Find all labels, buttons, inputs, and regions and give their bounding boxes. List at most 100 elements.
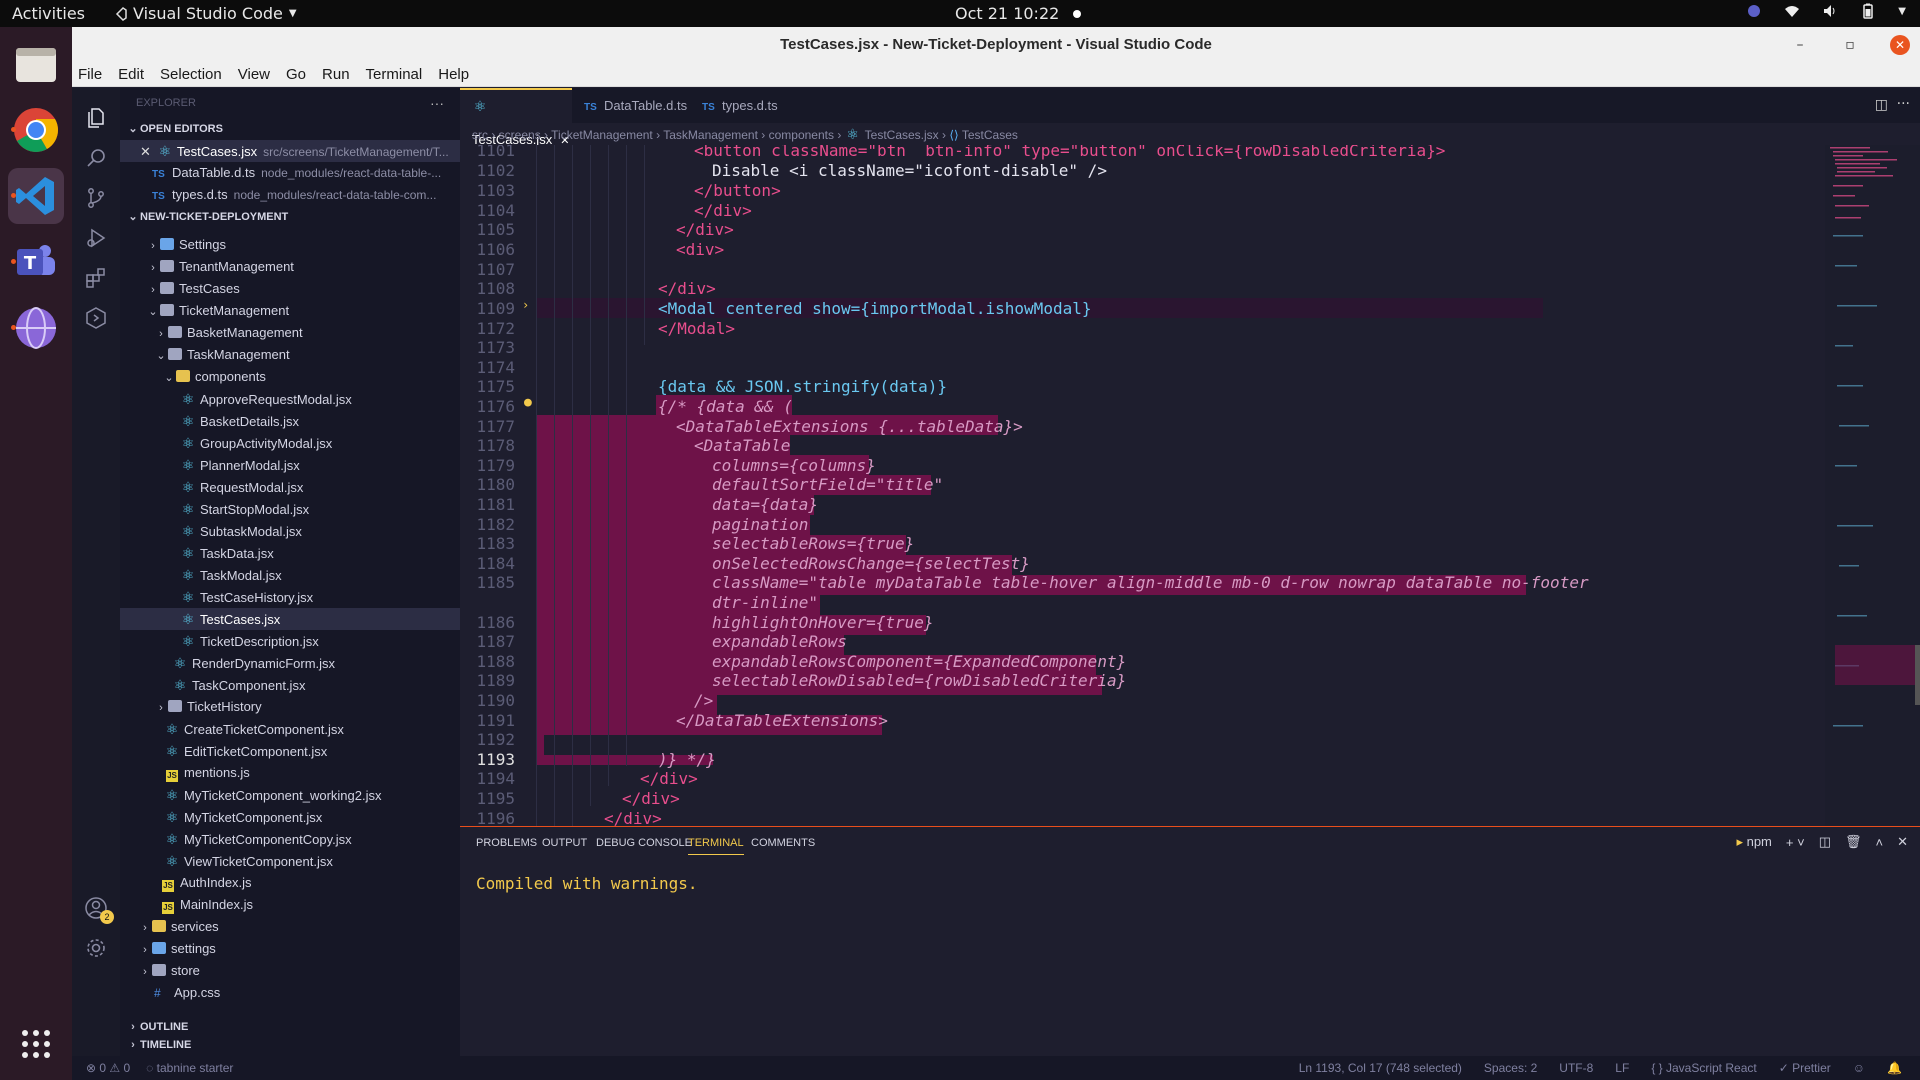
lightbulb-icon[interactable]: ● bbox=[524, 395, 532, 410]
menu-file[interactable]: File bbox=[78, 66, 102, 83]
tab-datatable[interactable]: TS DataTable.d.ts bbox=[572, 88, 690, 123]
breadcrumb-item[interactable]: screens bbox=[499, 128, 541, 142]
menu-view[interactable]: View bbox=[238, 66, 270, 83]
tree-file[interactable]: # App.css bbox=[120, 982, 460, 1004]
trash-icon[interactable]: 🗑 bbox=[1845, 834, 1862, 850]
eol-status[interactable]: LF bbox=[1615, 1056, 1629, 1080]
more-actions-icon[interactable]: ··· bbox=[1897, 96, 1910, 112]
system-menu-chevron-icon[interactable]: ▼ bbox=[1898, 6, 1906, 17]
tree-file[interactable]: JS mentions.js bbox=[120, 762, 460, 784]
new-terminal-plus-icon[interactable]: + ˅ bbox=[1786, 835, 1805, 850]
dock-chrome[interactable] bbox=[8, 102, 64, 158]
teams-tray-icon[interactable] bbox=[1746, 3, 1762, 19]
accounts-activity[interactable]: 2 bbox=[80, 892, 114, 924]
dock-vscode[interactable] bbox=[8, 168, 64, 224]
close-panel-icon[interactable]: ✕ bbox=[1897, 834, 1908, 850]
tree-file[interactable]: ⚛ TaskModal.jsx bbox=[120, 564, 460, 586]
tree-file[interactable]: ⚛ TaskData.jsx bbox=[120, 542, 460, 564]
wifi-icon[interactable] bbox=[1784, 3, 1800, 19]
tree-file[interactable]: ⚛ TicketDescription.jsx bbox=[120, 630, 460, 652]
menu-edit[interactable]: Edit bbox=[118, 66, 144, 83]
title-bar[interactable]: TestCases.jsx - New-Ticket-Deployment - … bbox=[72, 27, 1920, 63]
tree-folder[interactable]: › settings bbox=[120, 938, 460, 960]
open-editor-item[interactable]: TS types.d.ts node_modules/react-data-tabl… bbox=[120, 184, 460, 206]
tree-file[interactable]: ⚛ MyTicketComponent.jsx bbox=[120, 806, 460, 828]
open-editor-item[interactable]: ✕ ⚛ TestCases.jsx src/screens/TicketManagem… bbox=[120, 140, 460, 162]
tab-testcases[interactable]: ⚛TestCases.jsx ✕ bbox=[460, 88, 572, 147]
search-activity[interactable] bbox=[80, 142, 112, 174]
tree-file[interactable]: ⚛ SubtaskModal.jsx bbox=[120, 520, 460, 542]
show-applications-button[interactable] bbox=[8, 1016, 64, 1072]
close-window-button[interactable]: ✕ bbox=[1890, 35, 1910, 55]
tree-file[interactable]: JS MainIndex.js bbox=[120, 894, 460, 916]
dock-web-app[interactable] bbox=[8, 300, 64, 356]
breadcrumb-item[interactable]: TestCases bbox=[962, 128, 1018, 142]
open-editor-item[interactable]: TS DataTable.d.ts node_modules/react-data-… bbox=[120, 162, 460, 184]
split-editor-icon[interactable]: ◫ bbox=[1875, 97, 1888, 113]
tree-folder[interactable]: ⌄ TicketManagement bbox=[120, 300, 460, 322]
run-debug-activity[interactable] bbox=[80, 222, 112, 254]
tree-file[interactable]: ⚛ TestCaseHistory.jsx bbox=[120, 586, 460, 608]
tree-folder[interactable]: › TestCases bbox=[120, 278, 460, 300]
tree-file[interactable]: ⚛ PlannerModal.jsx bbox=[120, 454, 460, 476]
dock-files[interactable] bbox=[8, 36, 64, 92]
tree-file[interactable]: ⚛ GroupActivityModal.jsx bbox=[120, 432, 460, 454]
volume-icon[interactable] bbox=[1822, 3, 1838, 19]
panel-tab-terminal[interactable]: TERMINAL bbox=[688, 837, 744, 855]
tree-file[interactable]: ⚛ TaskComponent.jsx bbox=[120, 674, 460, 696]
panel-tab-output[interactable]: OUTPUT bbox=[542, 837, 587, 849]
tab-types[interactable]: TS types.d.ts bbox=[690, 88, 790, 123]
tree-file-selected[interactable]: ⚛ TestCases.jsx bbox=[120, 608, 460, 630]
tree-file[interactable]: ⚛ EditTicketComponent.jsx bbox=[120, 740, 460, 762]
indentation-status[interactable]: Spaces: 2 bbox=[1484, 1056, 1537, 1080]
menu-help[interactable]: Help bbox=[438, 66, 469, 83]
tree-folder[interactable]: ⌄ components bbox=[120, 366, 460, 388]
terminal-selector[interactable]: ▸ npm bbox=[1736, 834, 1771, 850]
breadcrumb-item[interactable]: src bbox=[472, 128, 488, 142]
app-menu[interactable]: Visual Studio Code ▼ bbox=[113, 4, 297, 23]
panel-tab-debug-console[interactable]: DEBUG CONSOLE bbox=[596, 837, 692, 849]
activities-button[interactable]: Activities bbox=[12, 4, 85, 23]
tree-folder[interactable]: › TicketHistory bbox=[120, 696, 460, 718]
tree-folder[interactable]: › services bbox=[120, 916, 460, 938]
tree-folder[interactable]: › Settings bbox=[120, 234, 460, 256]
breadcrumb-item[interactable]: TestCases.jsx bbox=[865, 128, 939, 142]
menu-go[interactable]: Go bbox=[286, 66, 306, 83]
tree-file[interactable]: JS AuthIndex.js bbox=[120, 872, 460, 894]
tree-file[interactable]: ⚛ MyTicketComponent_working2.jsx bbox=[120, 784, 460, 806]
dock-teams[interactable]: T bbox=[8, 234, 64, 290]
tree-file[interactable]: ⚛ RenderDynamicForm.jsx bbox=[120, 652, 460, 674]
tree-file[interactable]: ⚛ BasketDetails.jsx bbox=[120, 410, 460, 432]
extensions-activity[interactable] bbox=[80, 262, 112, 294]
tree-folder[interactable]: › TenantManagement bbox=[120, 256, 460, 278]
split-terminal-icon[interactable]: ◫ bbox=[1819, 834, 1831, 850]
menu-run[interactable]: Run bbox=[322, 66, 350, 83]
remote-explorer-activity[interactable] bbox=[80, 302, 112, 334]
maximize-panel-chevron-icon[interactable]: ˄ bbox=[1876, 835, 1884, 850]
menu-terminal[interactable]: Terminal bbox=[366, 66, 423, 83]
tree-folder[interactable]: › BasketManagement bbox=[120, 322, 460, 344]
open-editors-header[interactable]: ⌄ OPEN EDITORS bbox=[120, 118, 460, 140]
tree-folder[interactable]: › store bbox=[120, 960, 460, 982]
minimize-button[interactable]: – bbox=[1790, 35, 1810, 55]
breadcrumb-item[interactable]: TicketManagement bbox=[551, 128, 653, 142]
breadcrumb-item[interactable]: TaskManagement bbox=[663, 128, 758, 142]
tree-file[interactable]: ⚛ StartStopModal.jsx bbox=[120, 498, 460, 520]
close-icon[interactable]: ✕ bbox=[140, 144, 151, 159]
tree-file[interactable]: ⚛ ApproveRequestModal.jsx bbox=[120, 388, 460, 410]
more-actions-icon[interactable]: ··· bbox=[430, 88, 444, 118]
terminal-output[interactable]: Compiled with warnings. bbox=[476, 874, 698, 893]
tree-file[interactable]: ⚛ RequestModal.jsx bbox=[120, 476, 460, 498]
problems-status[interactable]: ⊗ 0 ⚠ 0 bbox=[86, 1056, 130, 1080]
encoding-status[interactable]: UTF-8 bbox=[1559, 1056, 1593, 1080]
panel-tab-comments[interactable]: COMMENTS bbox=[751, 837, 815, 849]
tree-folder[interactable]: ⌄ TaskManagement bbox=[120, 344, 460, 366]
menu-selection[interactable]: Selection bbox=[160, 66, 222, 83]
explorer-activity[interactable] bbox=[80, 102, 112, 134]
manage-activity[interactable] bbox=[80, 932, 112, 964]
bell-icon[interactable]: 🔔 bbox=[1887, 1056, 1902, 1080]
maximize-button[interactable]: ▫ bbox=[1840, 35, 1860, 55]
panel-tab-problems[interactable]: PROBLEMS bbox=[476, 837, 537, 849]
fold-chevron-icon[interactable]: › bbox=[522, 298, 529, 312]
cursor-position-status[interactable]: Ln 1193, Col 17 (748 selected) bbox=[1299, 1056, 1462, 1080]
